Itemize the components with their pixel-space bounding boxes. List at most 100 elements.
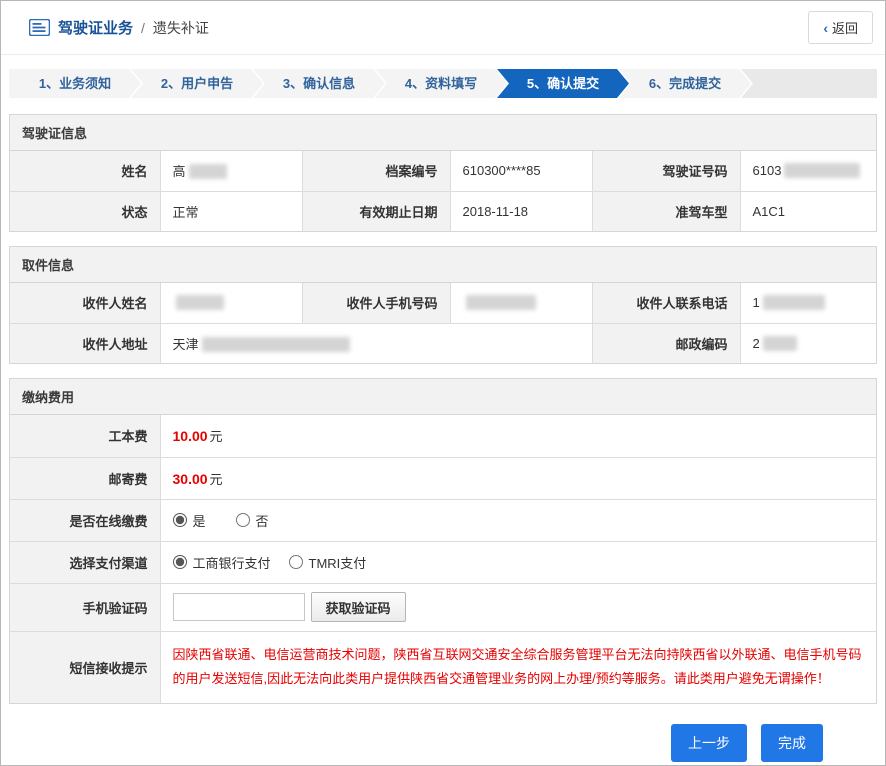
recipient-name-label: 收件人姓名 [10, 283, 160, 323]
channel-icbc-radio[interactable] [173, 555, 187, 569]
fees-title: 缴纳费用 [10, 379, 876, 415]
table-row: 收件人姓名 收件人手机号码 收件人联系电话 1 [10, 283, 876, 323]
online-payment-options: 是 否 [160, 499, 876, 541]
recipient-mobile-label: 收件人手机号码 [302, 283, 450, 323]
previous-step-button[interactable]: 上一步 [671, 724, 747, 762]
production-fee-value: 10.00元 [160, 415, 876, 457]
mailing-fee-value: 30.00元 [160, 457, 876, 499]
mailing-fee-unit: 元 [210, 472, 223, 487]
redacted-value [176, 295, 224, 310]
status-label: 状态 [10, 191, 160, 231]
step-1-business-notice[interactable]: 1、业务须知 [9, 69, 141, 98]
recipient-phone-text: 1 [753, 295, 760, 310]
online-payment-yes-option[interactable]: 是 [173, 511, 206, 530]
sms-code-label: 手机验证码 [10, 583, 160, 631]
fees-section: 缴纳费用 工本费 10.00元 邮寄费 30.00元 是否在线缴费 [9, 378, 877, 704]
table-row: 手机验证码 获取验证码 [10, 583, 876, 631]
back-button[interactable]: ‹ 返回 [808, 11, 873, 44]
page-title: 驾驶证业务 [58, 17, 133, 38]
top-bar: 驾驶证业务 / 遗失补证 ‹ 返回 [1, 1, 885, 55]
step-5-confirm-submit[interactable]: 5、确认提交 [497, 69, 629, 98]
license-info-title: 驾驶证信息 [10, 115, 876, 151]
complete-button[interactable]: 完成 [761, 724, 823, 762]
channel-icbc-label: 工商银行支付 [193, 553, 271, 572]
file-number-value: 610300****85 [450, 151, 592, 191]
production-fee-amount: 10.00 [173, 428, 208, 444]
license-number-value: 6103 [740, 151, 876, 191]
recipient-name-value [160, 283, 302, 323]
get-code-button[interactable]: 获取验证码 [311, 592, 406, 622]
redacted-value [763, 336, 797, 351]
table-row: 工本费 10.00元 [10, 415, 876, 457]
name-label: 姓名 [10, 151, 160, 191]
payment-channel-options: 工商银行支付 TMRI支付 [160, 541, 876, 583]
online-payment-no-label: 否 [256, 511, 269, 530]
license-info-section: 驾驶证信息 姓名 高 档案编号 610300****85 驾驶证号码 6103 … [9, 114, 877, 232]
table-row: 是否在线缴费 是 否 [10, 499, 876, 541]
step-3-confirm-info[interactable]: 3、确认信息 [253, 69, 385, 98]
sms-code-field: 获取验证码 [160, 583, 876, 631]
table-row: 邮寄费 30.00元 [10, 457, 876, 499]
channel-tmri-option[interactable]: TMRI支付 [289, 553, 367, 572]
mailing-fee-amount: 30.00 [173, 471, 208, 487]
redacted-value [763, 295, 825, 310]
production-fee-unit: 元 [210, 429, 223, 444]
redacted-value [784, 163, 860, 178]
steps-nav: 1、业务须知 2、用户申告 3、确认信息 4、资料填写 5、确认提交 6、完成提… [9, 69, 877, 98]
step-4-fill-data[interactable]: 4、资料填写 [375, 69, 507, 98]
redacted-value [466, 295, 536, 310]
sms-notice-label: 短信接收提示 [10, 631, 160, 703]
recipient-phone-value: 1 [740, 283, 876, 323]
license-form-icon [29, 19, 50, 36]
recipient-phone-label: 收件人联系电话 [592, 283, 740, 323]
online-payment-yes-label: 是 [193, 511, 206, 530]
table-row: 状态 正常 有效期止日期 2018-11-18 准驾车型 A1C1 [10, 191, 876, 231]
chevron-left-icon: ‹ [823, 21, 828, 35]
page: 驾驶证业务 / 遗失补证 ‹ 返回 1、业务须知 2、用户申告 3、确认信息 4… [0, 0, 886, 766]
pickup-info-title: 取件信息 [10, 247, 876, 283]
steps-tail [741, 69, 877, 98]
online-payment-no-radio[interactable] [236, 513, 250, 527]
recipient-address-value: 天津 [160, 323, 592, 363]
license-number-label: 驾驶证号码 [592, 151, 740, 191]
online-payment-yes-radio[interactable] [173, 513, 187, 527]
redacted-value [202, 337, 350, 352]
redacted-value [189, 164, 227, 179]
vehicle-class-label: 准驾车型 [592, 191, 740, 231]
title-wrap: 驾驶证业务 / 遗失补证 [29, 17, 209, 38]
vehicle-class-value: A1C1 [740, 191, 876, 231]
postal-code-text: 2 [753, 336, 760, 351]
sms-notice-text: 因陕西省联通、电信运营商技术问题，陕西省互联网交通安全综合服务管理平台无法向持陕… [160, 631, 876, 703]
expiry-date-value: 2018-11-18 [450, 191, 592, 231]
license-info-table: 姓名 高 档案编号 610300****85 驾驶证号码 6103 状态 正常 … [10, 151, 876, 231]
channel-tmri-radio[interactable] [289, 555, 303, 569]
expiry-date-label: 有效期止日期 [302, 191, 450, 231]
name-value: 高 [160, 151, 302, 191]
channel-icbc-option[interactable]: 工商银行支付 [173, 553, 271, 572]
postal-code-value: 2 [740, 323, 876, 363]
payment-channel-label: 选择支付渠道 [10, 541, 160, 583]
license-number-text: 6103 [753, 163, 782, 178]
table-row: 短信接收提示 因陕西省联通、电信运营商技术问题，陕西省互联网交通安全综合服务管理… [10, 631, 876, 703]
production-fee-label: 工本费 [10, 415, 160, 457]
postal-code-label: 邮政编码 [592, 323, 740, 363]
step-6-complete-submit[interactable]: 6、完成提交 [619, 69, 751, 98]
recipient-address-text: 天津 [173, 337, 199, 352]
sms-code-input[interactable] [173, 593, 305, 621]
online-payment-label: 是否在线缴费 [10, 499, 160, 541]
status-value: 正常 [160, 191, 302, 231]
recipient-address-label: 收件人地址 [10, 323, 160, 363]
title-separator: / [141, 20, 145, 36]
fees-table: 工本费 10.00元 邮寄费 30.00元 是否在线缴费 是 [10, 415, 876, 703]
table-row: 收件人地址 天津 邮政编码 2 [10, 323, 876, 363]
step-2-user-declaration[interactable]: 2、用户申告 [131, 69, 263, 98]
name-value-text: 高 [173, 164, 186, 179]
table-row: 选择支付渠道 工商银行支付 TMRI支付 [10, 541, 876, 583]
back-button-label: 返回 [832, 18, 858, 37]
pickup-info-table: 收件人姓名 收件人手机号码 收件人联系电话 1 收件人地址 天津 邮政编码 2 [10, 283, 876, 363]
file-number-label: 档案编号 [302, 151, 450, 191]
mailing-fee-label: 邮寄费 [10, 457, 160, 499]
online-payment-no-option[interactable]: 否 [236, 511, 269, 530]
footer-actions: 上一步 完成 [1, 718, 885, 762]
page-subtitle: 遗失补证 [153, 18, 209, 38]
